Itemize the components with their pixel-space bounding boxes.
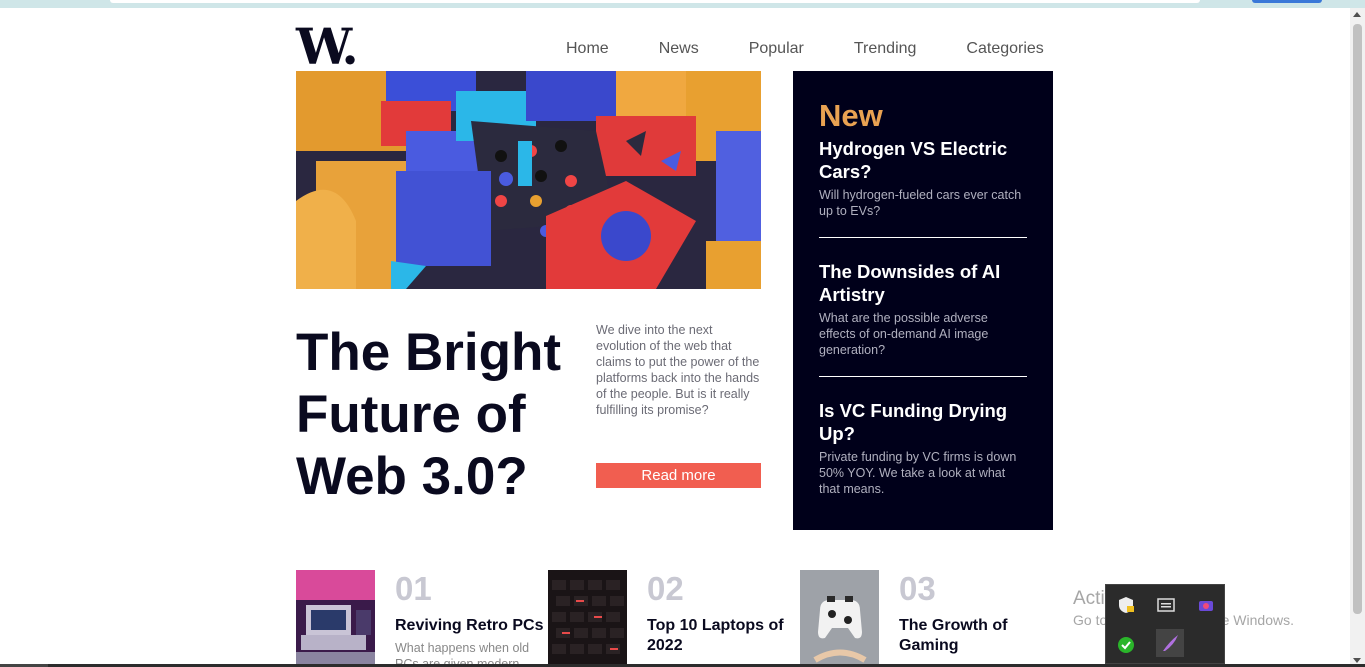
new-article-title[interactable]: Is VC Funding Drying Up? xyxy=(819,399,1027,445)
nav-news[interactable]: News xyxy=(659,40,699,58)
article-title[interactable]: The Growth of Gaming xyxy=(899,616,1052,656)
article-number: 01 xyxy=(395,570,432,607)
new-panel-title: New xyxy=(819,98,883,133)
game-controller-thumbnail[interactable] xyxy=(800,570,879,667)
hero-description: We dive into the next evolution of the w… xyxy=(596,323,760,417)
read-more-button[interactable]: Read more xyxy=(596,463,761,488)
system-tray-popup xyxy=(1105,584,1225,664)
new-article-item[interactable]: Hydrogen VS Electric Cars? Will hydrogen… xyxy=(819,133,1027,237)
nav-categories[interactable]: Categories xyxy=(966,40,1043,58)
site-logo[interactable]: W. xyxy=(296,22,359,72)
new-article-desc: Will hydrogen-fueled cars ever catch up … xyxy=(819,188,1022,218)
retro-pc-thumbnail[interactable] xyxy=(296,570,375,667)
pen-feather-icon[interactable] xyxy=(1156,629,1184,657)
article-title[interactable]: Reviving Retro PCs xyxy=(395,616,548,636)
new-article-title[interactable]: The Downsides of AI Artistry xyxy=(819,260,1027,306)
new-article-item[interactable]: The Downsides of AI Artistry What are th… xyxy=(819,237,1027,376)
article-number: 02 xyxy=(647,570,684,607)
hero-image xyxy=(296,71,761,289)
security-shield-icon[interactable] xyxy=(1116,595,1136,615)
new-article-item[interactable]: Is VC Funding Drying Up? Private funding… xyxy=(819,376,1027,515)
main-nav: Home News Popular Trending Categories xyxy=(566,40,1044,58)
article-number: 03 xyxy=(899,570,936,607)
numbered-article[interactable]: 01 Reviving Retro PCs What happens when … xyxy=(296,570,548,667)
numbered-article[interactable]: 02 Top 10 Laptops of 2022 xyxy=(548,570,800,667)
page-scrollbar[interactable] xyxy=(1350,8,1365,667)
numbered-article[interactable]: 03 The Growth of Gaming xyxy=(800,570,1052,667)
browser-button[interactable] xyxy=(1252,0,1322,3)
nav-trending[interactable]: Trending xyxy=(854,40,917,58)
article-desc: What happens when old PCs are given mode… xyxy=(395,641,530,667)
scroll-down-icon[interactable] xyxy=(1353,658,1361,663)
scrollbar-thumb[interactable] xyxy=(1353,24,1362,614)
scroll-up-icon[interactable] xyxy=(1353,12,1361,17)
defender-check-icon[interactable] xyxy=(1116,635,1136,655)
browser-toolbar xyxy=(0,0,1365,8)
new-article-title[interactable]: Hydrogen VS Electric Cars? xyxy=(819,137,1027,183)
article-title[interactable]: Top 10 Laptops of 2022 xyxy=(647,616,800,656)
numbered-articles: 01 Reviving Retro PCs What happens when … xyxy=(296,570,1052,667)
new-article-desc: What are the possible adverse effects of… xyxy=(819,311,989,357)
new-articles-panel: New Hydrogen VS Electric Cars? Will hydr… xyxy=(793,71,1053,530)
nav-home[interactable]: Home xyxy=(566,40,609,58)
new-article-desc: Private funding by VC firms is down 50% … xyxy=(819,450,1017,496)
hero-headline[interactable]: The Bright Future of Web 3.0? xyxy=(296,322,586,508)
network-settings-icon[interactable] xyxy=(1156,595,1176,615)
camera-app-icon[interactable] xyxy=(1196,595,1216,615)
nav-popular[interactable]: Popular xyxy=(749,40,804,58)
laptop-keyboard-thumbnail[interactable] xyxy=(548,570,627,667)
address-bar[interactable] xyxy=(110,0,1200,3)
